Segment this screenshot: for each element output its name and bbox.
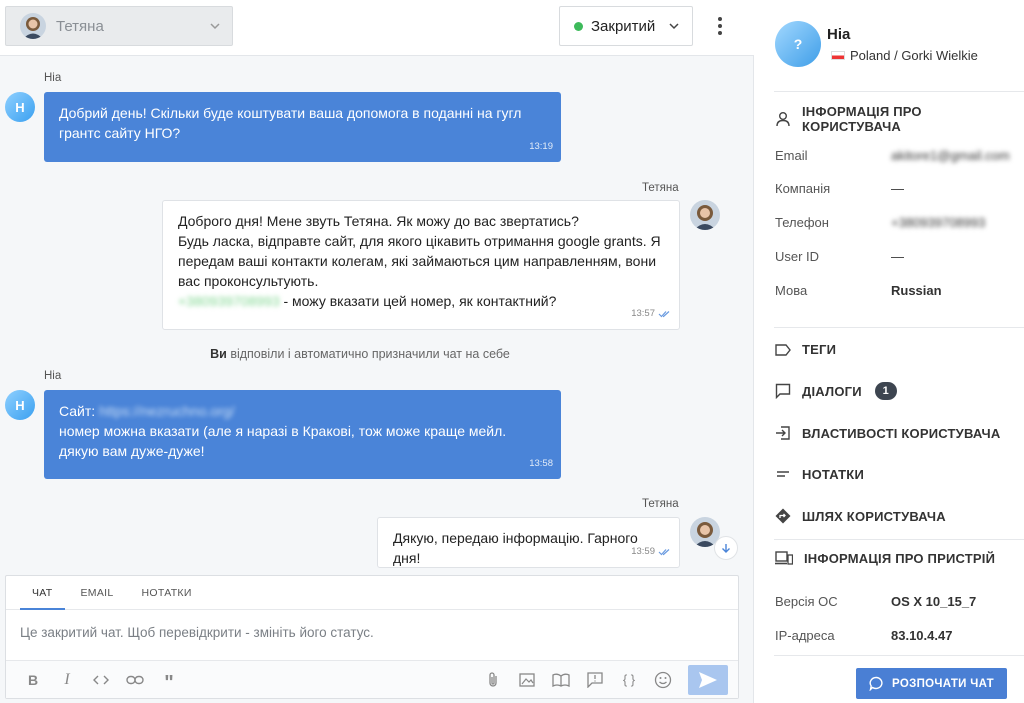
link-icon[interactable] <box>118 661 152 699</box>
message-bubble-incoming: Сайт: https://nezruchno.org/ номер можна… <box>44 390 561 479</box>
variables-icon[interactable]: { } <box>612 661 646 699</box>
agent-avatar <box>20 13 46 39</box>
agent-assign-select[interactable]: Тетяна <box>5 6 233 46</box>
quote-icon[interactable]: " <box>152 661 186 699</box>
composer-toolbar: B I " { } <box>6 660 738 698</box>
poland-flag-icon <box>831 51 845 60</box>
message-time: 13:59 <box>631 542 671 562</box>
agent-name: Тетяна <box>56 17 104 35</box>
section-dialogs[interactable]: ДІАЛОГИ 1 <box>775 382 897 400</box>
message-bubble-outgoing: Доброго дня! Мене звуть Тетяна. Як можу … <box>162 200 680 330</box>
visitor-avatar: Н <box>5 390 35 420</box>
status-label: Закритий <box>591 17 656 35</box>
composer-tabs: ЧАТ EMAIL НОТАТКИ <box>6 576 738 610</box>
message-text: Сайт: <box>59 403 100 419</box>
scroll-down-button[interactable] <box>714 536 738 560</box>
chat-topbar: Тетяна Закритий <box>0 0 754 56</box>
send-icon <box>699 671 717 688</box>
message-bubble-incoming: Добрий день! Скільки буде коштувати ваша… <box>44 92 561 162</box>
book-icon[interactable] <box>544 661 578 699</box>
message-text: Будь ласка, відправте сайт, для якого ці… <box>178 233 661 289</box>
info-row-phone: Телефон +380939708993 <box>775 215 986 230</box>
message-composer: ЧАТ EMAIL НОТАТКИ Це закритий чат. Щоб п… <box>5 575 739 699</box>
send-button[interactable] <box>688 664 728 695</box>
tab-chat[interactable]: ЧАТ <box>18 576 67 610</box>
message-sender: Тетяна <box>642 182 679 194</box>
message-text: Дякую, передаю інформацію. Гарного дня! <box>393 530 638 566</box>
section-user-path[interactable]: ШЛЯХ КОРИСТУВАЧА <box>775 508 946 524</box>
user-location: Poland / Gorki Wielkie <box>831 48 978 63</box>
status-dot <box>574 21 583 31</box>
visitor-avatar: Н <box>5 92 35 122</box>
image-icon[interactable] <box>510 661 544 699</box>
message-input[interactable]: Це закритий чат. Щоб перевідкрити - змін… <box>6 610 738 660</box>
section-user-info[interactable]: ІНФОРМАЦІЯ ПРО КОРИСТУВАЧА <box>775 104 1024 134</box>
start-chat-button[interactable]: РОЗПОЧАТИ ЧАТ <box>856 668 1007 699</box>
tab-email[interactable]: EMAIL <box>67 576 128 609</box>
message-time: 13:19 <box>529 141 553 152</box>
message-sender: Ніа <box>44 370 62 382</box>
chat-area: Тетяна Закритий Ніа Н Добрий день! Скіль… <box>0 0 754 703</box>
message-text: - можу вказати цей номер, як контактний? <box>279 293 557 309</box>
devices-icon <box>775 551 793 565</box>
chevron-down-icon <box>210 23 220 30</box>
attachment-icon[interactable] <box>476 661 510 699</box>
agent-avatar <box>690 200 720 230</box>
message-sender: Ніа <box>44 72 62 84</box>
section-user-properties[interactable]: ВЛАСТИВОСТІ КОРИСТУВАЧА <box>775 425 1000 441</box>
user-name: Ніа <box>827 26 851 43</box>
directions-icon <box>775 508 791 524</box>
tab-notes[interactable]: НОТАТКИ <box>128 576 206 609</box>
user-avatar: ? <box>775 21 821 67</box>
sign-in-icon <box>776 426 790 440</box>
info-row-user-id: User ID — <box>775 249 904 264</box>
phone-link[interactable]: +380939708993 <box>178 293 280 309</box>
notes-icon <box>777 471 789 477</box>
message-bubble-outgoing: Дякую, передаю інформацію. Гарного дня! … <box>377 517 680 568</box>
info-row-os-version: Версія ОС OS X 10_15_7 <box>775 594 977 609</box>
user-panel: ? Ніа Poland / Gorki Wielkie ІНФОРМАЦІЯ … <box>755 0 1024 703</box>
user-icon <box>776 112 790 127</box>
chevron-down-icon <box>669 23 679 30</box>
section-notes[interactable]: НОТАТКИ <box>775 466 864 482</box>
info-row-company: Компанія — <box>775 181 904 196</box>
bold-icon[interactable]: B <box>16 661 50 699</box>
message-text: Доброго дня! Мене звуть Тетяна. Як можу … <box>178 213 579 229</box>
canned-response-icon[interactable] <box>578 661 612 699</box>
chat-status-select[interactable]: Закритий <box>559 6 693 46</box>
section-tags[interactable]: ТЕГИ <box>775 342 836 357</box>
arrow-down-icon <box>722 544 730 553</box>
read-check-icon <box>658 311 670 318</box>
section-device-info[interactable]: ІНФОРМАЦІЯ ПРО ПРИСТРІЙ <box>775 550 995 566</box>
message-text: номер можна вказати (але я наразі в Крак… <box>59 423 507 459</box>
dialogs-count-badge: 1 <box>874 382 897 400</box>
tag-icon <box>775 343 791 356</box>
message-time: 13:58 <box>529 458 553 469</box>
chat-bubble-icon <box>775 383 791 399</box>
read-check-icon <box>658 549 670 556</box>
more-options-icon[interactable] <box>708 14 732 38</box>
code-icon[interactable] <box>84 661 118 699</box>
info-row-ip-address: IP-адреса 83.10.4.47 <box>775 628 953 643</box>
info-row-language: Мова Russian <box>775 283 942 298</box>
info-row-email: Email akitore1@gmail.com <box>775 148 1010 163</box>
italic-icon[interactable]: I <box>50 661 84 699</box>
chat-bubble-icon <box>869 676 883 691</box>
system-note: Ви відповіли і автоматично призначили ча… <box>210 347 510 361</box>
site-link[interactable]: https://nezruchno.org/ <box>99 403 234 419</box>
message-text: Добрий день! Скільки буде коштувати ваша… <box>59 105 522 141</box>
emoji-icon[interactable] <box>646 661 680 699</box>
message-time: 13:57 <box>631 304 671 324</box>
message-sender: Тетяна <box>642 498 679 510</box>
